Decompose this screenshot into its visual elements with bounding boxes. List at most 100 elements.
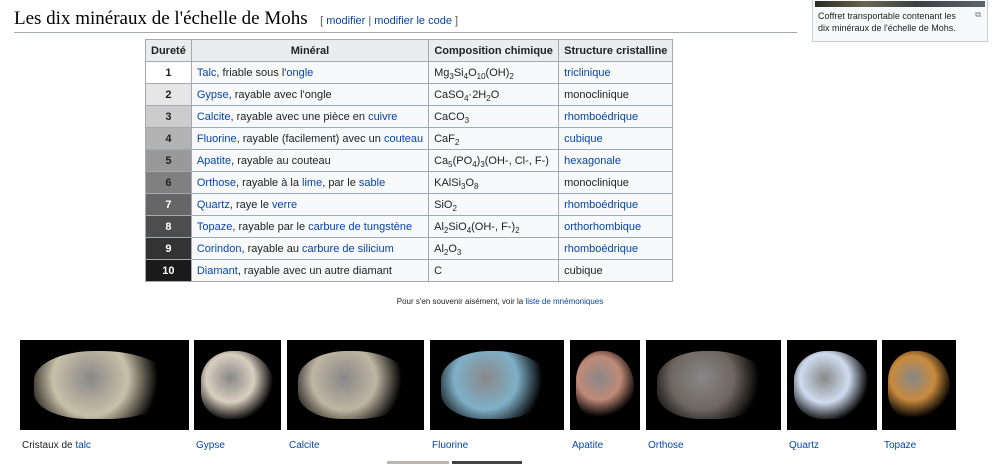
mineral-cell: Gypse, rayable avec l'ongle [190,83,430,106]
hardness-cell: 5 [145,149,192,172]
mineral-link[interactable]: carbure de tungstène [308,221,412,233]
structure-cell: cubique [558,259,674,282]
structure-cell: monoclinique [558,171,674,194]
mineral-link[interactable]: cuivre [368,111,397,123]
formula-part: O [468,66,477,79]
structure-cell: monoclinique [558,83,674,106]
mineral-link[interactable]: Fluorine [197,133,237,145]
mineral-cell: Apatite, rayable au couteau [190,149,430,172]
mineral-specimen [297,350,414,420]
mineral-link[interactable]: Talc [197,67,217,79]
mineral-cell: Calcite, rayable avec une pièce en cuivr… [190,105,430,128]
formula-part: SiO [434,198,453,211]
formula-cell: KAlSi3O8 [428,171,560,194]
formula-part: CaCO [434,110,465,123]
mineral-link[interactable]: Quartz [197,199,230,211]
mineral-cell: Orthose, rayable à la lime, par le sable [190,171,430,194]
formula-cell: CaSO4·2H2O [428,83,560,106]
structure-value: monoclinique [564,88,629,101]
gallery-caption: Quartz [789,440,819,451]
formula-part: CaSO [434,88,465,101]
gallery-image[interactable] [646,340,781,430]
mineral-link[interactable]: Orthose [197,177,236,189]
structure-cell: rhomboédrique [558,105,674,128]
thumbnail-caption: Coffret transportable contenant les dix … [818,11,956,33]
bracket-open: [ [320,15,324,27]
mineral-text: , rayable avec un autre diamant [237,264,392,277]
formula-part: Ca [434,154,449,167]
mineral-link[interactable]: Calcite [197,111,231,123]
mineral-cell: Fluorine, rayable (facilement) avec un c… [190,127,430,150]
formula-part: (OH-, F-) [471,220,516,233]
header-composition: Composition chimique [428,39,560,62]
hardness-cell: 2 [145,83,192,106]
formula-part: (PO [452,154,473,167]
gallery-image[interactable] [787,340,877,430]
mineral-link[interactable]: Gypse [197,89,229,101]
mnemonic-note: Pour s'en souvenir aisément, voir la lis… [0,297,1000,306]
gallery-caption: Calcite [289,440,320,451]
caption-link[interactable]: Calcite [289,440,320,451]
formula-cell: Al2SiO4(OH-, F-)2 [428,215,560,238]
structure-cell: rhomboédrique [558,237,674,260]
mineral-link[interactable]: Apatite [197,155,231,167]
mineral-link[interactable]: Topaze [197,221,232,233]
mineral-link[interactable]: sable [359,177,385,189]
formula-subscript: 8 [474,181,479,191]
caption-link[interactable]: talc [75,440,91,451]
formula-cell: C [428,259,560,282]
formula-part: ·2H [468,88,487,101]
mineral-specimen [575,350,635,420]
formula-part: Al [434,220,444,233]
gallery-image[interactable] [194,340,281,430]
gallery-image[interactable] [287,340,424,430]
separator: | [368,15,372,27]
formula-part: O [465,176,475,189]
formula-part: O [448,242,457,255]
mnemonic-link[interactable]: liste de mnémoniques [525,297,603,306]
caption-link[interactable]: Orthose [648,440,684,451]
mineral-text: , rayable au couteau [231,154,331,167]
caption-link[interactable]: Gypse [196,440,225,451]
formula-part: C [434,264,443,277]
mineral-text: , rayable avec l'ongle [228,88,332,101]
mineral-link[interactable]: couteau [384,133,423,145]
section-heading: Les dix minéraux de l'échelle de Mohs [ … [14,8,797,33]
mineral-link[interactable]: verre [272,199,297,211]
table-row: 9 Corindon, rayable au carbure de siliciu… [145,237,674,260]
mineral-cell: Diamant, rayable avec un autre diamant [190,259,430,282]
structure-value[interactable]: rhomboédrique [564,243,638,255]
structure-value[interactable]: hexagonale [564,155,621,167]
structure-value[interactable]: rhomboédrique [564,199,638,211]
mineral-text: , rayable (facilement) avec un [236,132,384,145]
formula-cell: SiO2 [428,193,560,216]
caption-link[interactable]: Quartz [789,440,819,451]
structure-value[interactable]: cubique [564,133,603,145]
mineral-link[interactable]: carbure de silicium [302,243,394,255]
structure-value[interactable]: rhomboédrique [564,111,638,123]
formula-part: SiO [448,220,467,233]
mineral-text: , rayable à la [235,176,303,189]
mineral-link[interactable]: lime [302,177,322,189]
edit-code-link[interactable]: modifier le code [374,15,452,27]
formula-subscript: 2 [509,71,514,81]
gallery-image[interactable] [20,340,189,430]
caption-link[interactable]: Fluorine [432,440,468,451]
edit-link[interactable]: modifier [326,15,365,27]
caption-link[interactable]: Apatite [572,440,603,451]
table-row: 5 Apatite, rayable au couteau Ca5(PO4)3(OH… [145,149,674,172]
hardness-cell: 9 [145,237,192,260]
caption-link[interactable]: Topaze [884,440,916,451]
mineral-link[interactable]: ongle [286,67,313,79]
magnify-icon[interactable]: ⧉ [975,9,981,21]
structure-value[interactable]: orthorhombique [564,221,641,233]
mineral-specimen [887,350,951,420]
gallery-image[interactable] [570,340,640,430]
hardness-cell: 7 [145,193,192,216]
header-hardness: Dureté [145,39,192,62]
structure-value[interactable]: triclinique [564,67,610,79]
mineral-link[interactable]: Diamant [197,265,238,277]
gallery-image[interactable] [882,340,956,430]
mineral-link[interactable]: Corindon [197,243,242,255]
gallery-image[interactable] [430,340,564,430]
